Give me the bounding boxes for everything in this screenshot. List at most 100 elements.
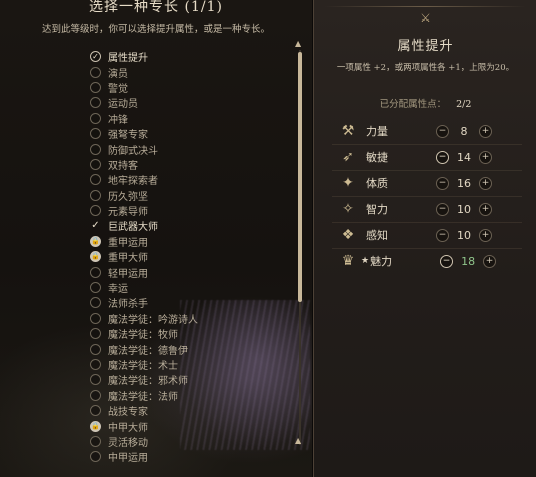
int-icon: ✧ (342, 201, 354, 217)
ability-name: 力量 (366, 125, 388, 138)
feat-item[interactable]: 魔法学徒：德鲁伊 (90, 341, 300, 357)
feat-item[interactable]: 轻甲运用 (90, 264, 300, 280)
feat-item[interactable]: 灵活移动 (90, 434, 300, 449)
star-icon: ★ (361, 256, 370, 266)
allocated-points-row: 已分配属性点： 2/2 (314, 96, 536, 110)
feat-item[interactable]: ✓ 属性提升 (90, 49, 300, 64)
ability-improvement-panel: ⚔ 属性提升 一项属性 +2，或两项属性各 +1，上限为20。 已分配属性点： 2… (313, 0, 536, 477)
dex-icon: ➶ (342, 149, 354, 165)
feat-item[interactable]: 警觉 (90, 80, 300, 95)
feat-item-label: 防御式决斗 (108, 145, 158, 157)
decrease-button[interactable]: − (436, 150, 449, 164)
feat-item[interactable]: 演员 (90, 64, 300, 80)
feat-item-label: 元素导师 (108, 207, 148, 219)
increase-button[interactable]: + (483, 254, 497, 268)
decrease-button[interactable]: − (436, 202, 449, 216)
ability-name: 魅力 (370, 255, 393, 268)
feat-item[interactable]: 🔒 中甲大师 (90, 418, 300, 434)
lock-icon: 🔒 (90, 235, 101, 247)
feat-item-label: 幸运 (108, 284, 128, 296)
feat-item[interactable]: 🔒 重甲运用 (90, 234, 300, 249)
increase-button[interactable]: + (479, 202, 492, 216)
feat-item-label: 魔法学徒：法师 (108, 391, 178, 403)
radio-empty-icon (90, 266, 101, 278)
increase-button[interactable]: + (479, 150, 492, 164)
radio-empty-icon (90, 143, 101, 155)
feat-item-label: 魔法学徒：吟游诗人 (108, 314, 198, 326)
feat-item-label: 强弩专家 (108, 130, 148, 142)
scroll-up-arrow-icon[interactable]: ▲ (295, 39, 301, 48)
feat-list-scrollbar-thumb[interactable] (298, 52, 302, 302)
feat-item-label: 魔法学徒：牧师 (108, 330, 178, 342)
feat-item-label: 警觉 (108, 83, 128, 95)
increase-button[interactable]: + (479, 228, 492, 242)
radio-empty-icon (90, 405, 101, 417)
radio-empty-icon (90, 389, 101, 401)
increase-button[interactable]: + (479, 176, 492, 190)
radio-empty-icon (90, 312, 101, 324)
feat-item-label: 巨武器大师 (108, 222, 158, 234)
checkmark-icon: ✓ (90, 51, 101, 63)
feat-item[interactable]: 幸运 (90, 280, 300, 295)
allocated-points-value: 2/2 (456, 99, 472, 110)
feat-item[interactable]: 防御式决斗 (90, 141, 300, 157)
feat-item[interactable]: 魔法学徒：牧师 (90, 326, 300, 341)
feat-item-label: 冲锋 (108, 114, 128, 126)
ability-row: ➶ 敏捷 −14 + (338, 145, 524, 169)
ability-row: ✦ 体质 −16 + (338, 171, 524, 195)
radio-empty-icon (90, 174, 101, 186)
feat-item[interactable]: 历久弥坚 (90, 188, 300, 203)
radio-empty-icon (90, 81, 101, 93)
feat-panel-title: 选择一种专长 (1/1) (89, 0, 223, 15)
str-icon: ⚒ (341, 123, 355, 139)
feat-item-label: 重甲运用 (108, 237, 148, 249)
ability-row: ♛ ★ 魅力 −18 + (338, 249, 524, 273)
radio-empty-icon (90, 128, 101, 140)
feat-item[interactable]: 🔒 重甲大师 (90, 249, 300, 264)
feat-item[interactable]: 魔法学徒：术士 (90, 357, 300, 372)
feat-item-label: 灵活移动 (108, 437, 148, 449)
ability-row: ⚒ 力量 −8 + (338, 119, 524, 143)
feat-item[interactable]: 魔法学徒：法师 (90, 388, 300, 403)
feat-item[interactable]: 地牢探索者 (90, 172, 300, 187)
radio-empty-icon (90, 205, 101, 217)
feat-item[interactable]: 强弩专家 (90, 126, 300, 141)
feat-item[interactable]: 元素导师 (90, 203, 300, 218)
ability-name: 智力 (366, 203, 388, 216)
ability-row: ❖ 感知 −10 + (338, 223, 524, 247)
ability-improvement-description: 一项属性 +2，或两项属性各 +1，上限为20。 (336, 63, 515, 73)
feat-item[interactable]: 法师杀手 (90, 295, 300, 310)
scroll-down-arrow-icon[interactable]: ▲ (295, 436, 301, 445)
con-icon: ✦ (342, 175, 354, 191)
ability-value: 18 (461, 254, 476, 268)
feat-item-label: 属性提升 (108, 53, 148, 65)
radio-empty-icon (90, 158, 101, 170)
feat-item[interactable]: 双持客 (90, 157, 300, 172)
feat-item-label: 演员 (108, 68, 128, 80)
feat-list: ✓ 属性提升 演员 警觉 运动员 冲锋 强弩专家 防御式决斗 双持客 地牢探索者 历久弥坚 元素导师 ✓… (90, 49, 300, 465)
ability-name: 体质 (366, 177, 388, 190)
decrease-button[interactable]: − (436, 228, 449, 242)
decrease-button[interactable]: − (436, 176, 449, 190)
crossed-axe-emblem-icon: ⚔ (420, 11, 431, 25)
feat-item-label: 法师杀手 (108, 299, 148, 311)
feat-item[interactable]: 战技专家 (90, 403, 300, 418)
feat-item[interactable]: 中甲运用 (90, 449, 300, 464)
ability-name: 敏捷 (366, 151, 388, 164)
feat-panel-subtitle: 达到此等级时，你可以选择提升属性，或是一种专长。 (41, 24, 270, 35)
feat-item[interactable]: 冲锋 (90, 111, 300, 126)
feat-item-label: 战技专家 (108, 407, 148, 419)
decrease-button[interactable]: − (440, 254, 454, 268)
feat-item[interactable]: 魔法学徒：吟游诗人 (90, 311, 300, 326)
decrease-button[interactable]: − (436, 124, 449, 138)
increase-button[interactable]: + (479, 124, 492, 138)
feat-item[interactable]: 运动员 (90, 95, 300, 110)
allocated-points-label: 已分配属性点： (379, 99, 447, 110)
ability-value: 10 (457, 202, 471, 216)
feat-item[interactable]: ✓ 巨武器大师 (90, 218, 300, 233)
feat-item[interactable]: 魔法学徒：邪术师 (90, 372, 300, 387)
feat-item-label: 中甲大师 (108, 422, 148, 434)
feat-item-label: 轻甲运用 (108, 268, 148, 280)
radio-empty-icon (90, 374, 101, 386)
feat-item-label: 地牢探索者 (108, 176, 158, 188)
